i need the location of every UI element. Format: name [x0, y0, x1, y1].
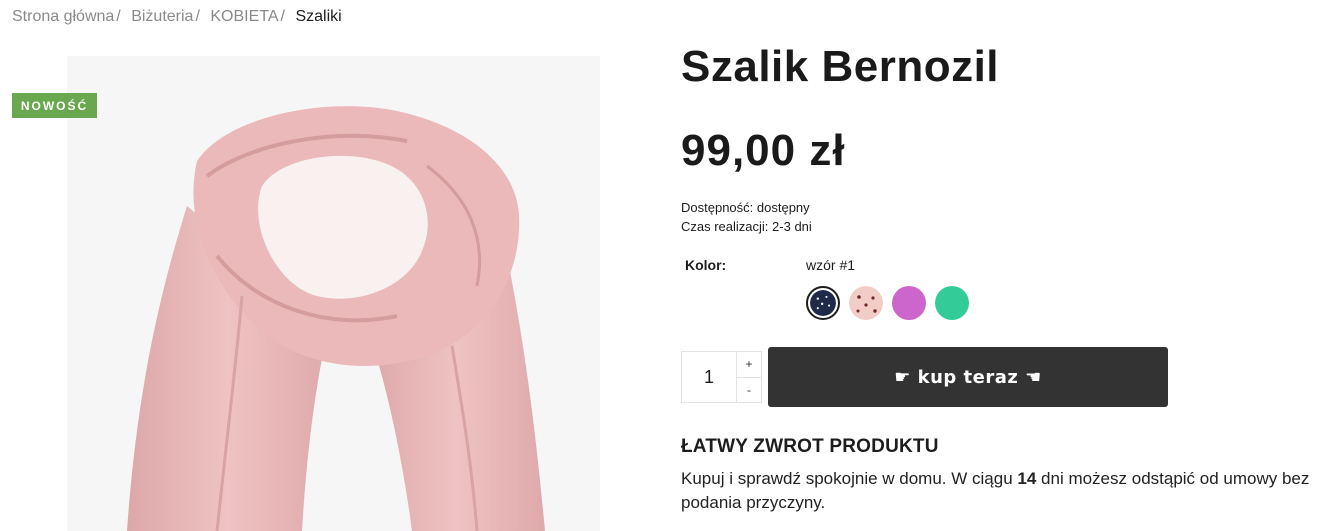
pink-scarf-image: [67, 56, 600, 531]
selected-pattern: wzór #1: [806, 257, 856, 273]
breadcrumb-separator: /: [195, 8, 200, 25]
product-price: 99,00 zł: [681, 126, 846, 175]
quantity-input[interactable]: 1: [682, 352, 736, 402]
lead-time-info: Czas realizacji: 2-3 dni: [681, 219, 812, 234]
pink-dotted-swatch-icon: [849, 286, 883, 320]
breadcrumb-jewelry-link[interactable]: Biżuteria: [131, 8, 193, 25]
returns-heading: ŁATWY ZWROT PRODUKTU: [681, 436, 939, 457]
breadcrumb-separator: /: [280, 8, 285, 25]
availability-value: dostępny: [756, 200, 810, 215]
lead-time-label: Czas realizacji:: [681, 219, 769, 234]
product-title: Szalik Bernozil: [681, 42, 1000, 91]
lead-time-value: 2-3 dni: [772, 219, 812, 234]
availability-info: Dostępność: dostępny: [681, 200, 810, 215]
purple-swatch-icon: [892, 286, 926, 320]
swatch-green[interactable]: [935, 286, 969, 320]
breadcrumb: Strona główna / Biżuteria / KOBIETA / Szali…: [12, 8, 342, 26]
returns-text-start: Kupuj i sprawdź spokojnie w domu. W ciąg…: [681, 469, 1018, 488]
green-swatch-icon: [935, 286, 969, 320]
quantity-decrease-button[interactable]: -: [737, 376, 761, 403]
swatch-navy-dotted[interactable]: [806, 286, 840, 320]
breadcrumb-women-link[interactable]: KOBIETA: [210, 8, 278, 25]
quantity-stepper: 1 + -: [681, 351, 762, 403]
quantity-increase-button[interactable]: +: [737, 352, 761, 377]
buy-now-button[interactable]: ☛ kup teraz ☚: [768, 347, 1168, 407]
availability-label: Dostępność:: [681, 200, 754, 215]
product-image[interactable]: [67, 56, 600, 531]
color-swatches: [806, 286, 969, 320]
quantity-buttons: + -: [736, 352, 761, 402]
breadcrumb-current: Szaliki: [295, 8, 342, 25]
swatch-purple[interactable]: [892, 286, 926, 320]
navy-dotted-swatch-icon: [810, 290, 836, 316]
breadcrumb-separator: /: [116, 8, 121, 25]
returns-description: Kupuj i sprawdź spokojnie w domu. W ciąg…: [681, 467, 1331, 515]
returns-days: 14: [1017, 469, 1037, 488]
swatch-pink-dotted[interactable]: [849, 286, 883, 320]
breadcrumb-home-link[interactable]: Strona główna: [12, 8, 114, 25]
color-label: Kolor:: [685, 257, 727, 273]
new-badge: NOWOŚĆ: [12, 93, 97, 118]
